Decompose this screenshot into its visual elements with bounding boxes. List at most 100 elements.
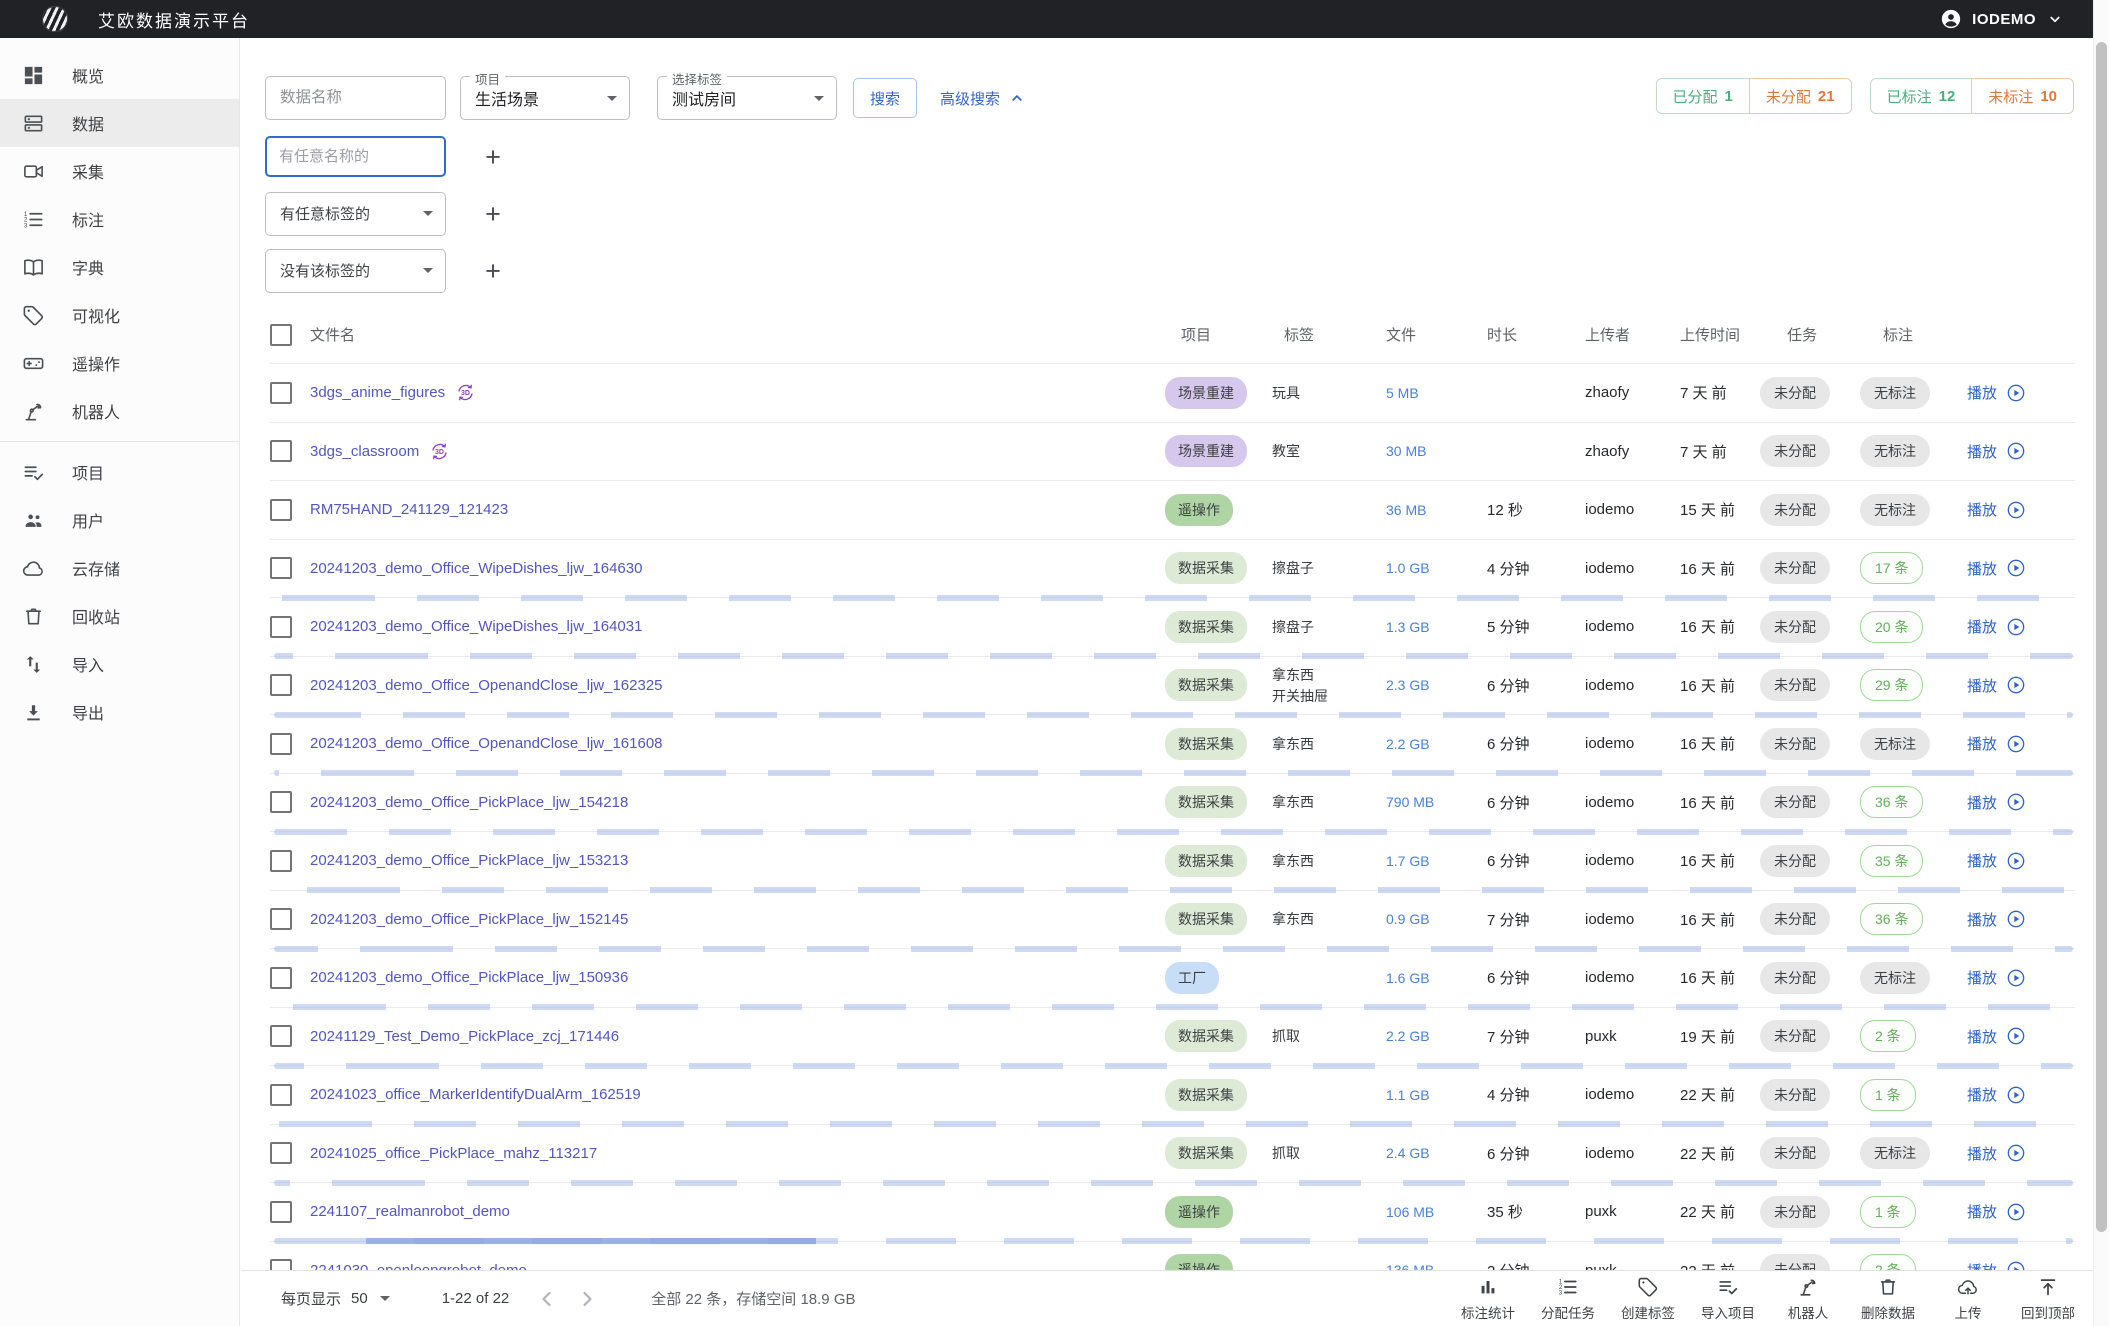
file-name-link[interactable]: 20241203_demo_Office_WipeDishes_ljw_1640… <box>310 618 642 635</box>
row-checkbox[interactable] <box>270 791 292 813</box>
sidebar-item-概览[interactable]: 概览 <box>0 51 239 99</box>
tag-select[interactable]: 选择标签 测试房间 <box>657 76 837 120</box>
play-button[interactable]: 播放 <box>1967 967 2075 988</box>
action-上传[interactable]: 上传 <box>1928 1276 2008 1322</box>
file-size-link[interactable]: 1.1 GB <box>1386 1087 1430 1103</box>
play-button[interactable]: 播放 <box>1967 616 2075 637</box>
row-checkbox[interactable] <box>270 557 292 579</box>
file-size-link[interactable]: 36 MB <box>1386 502 1426 518</box>
file-size-link[interactable]: 106 MB <box>1386 1204 1434 1220</box>
sidebar-item-字典[interactable]: 字典 <box>0 243 239 291</box>
sidebar-item-云存储[interactable]: 云存储 <box>0 544 239 592</box>
row-checkbox[interactable] <box>270 850 292 872</box>
row-checkbox[interactable] <box>270 908 292 930</box>
sidebar-item-用户[interactable]: 用户 <box>0 496 239 544</box>
play-button[interactable]: 播放 <box>1967 1201 2075 1222</box>
file-size-link[interactable]: 0.9 GB <box>1386 911 1430 927</box>
row-checkbox[interactable] <box>270 1142 292 1164</box>
file-name-link[interactable]: 20241025_office_PickPlace_mahz_113217 <box>310 1145 597 1162</box>
action-删除数据[interactable]: 删除数据 <box>1848 1276 1928 1322</box>
advanced-search-toggle[interactable]: 高级搜索 <box>940 88 1026 109</box>
file-name-link[interactable]: 20241203_demo_Office_PickPlace_ljw_15421… <box>310 794 628 811</box>
action-导入项目[interactable]: 导入项目 <box>1688 1276 1768 1322</box>
row-checkbox[interactable] <box>270 440 292 462</box>
user-menu[interactable]: IODEMO <box>1940 8 2068 30</box>
row-checkbox[interactable] <box>270 1025 292 1047</box>
sidebar-item-遥操作[interactable]: 遥操作 <box>0 339 239 387</box>
add-condition-button[interactable]: + <box>476 140 510 174</box>
play-button[interactable]: 播放 <box>1967 1084 2075 1105</box>
action-回到顶部[interactable]: 回到顶部 <box>2008 1276 2088 1322</box>
file-name-link[interactable]: 20241203_demo_Office_OpenandClose_ljw_16… <box>310 677 663 694</box>
per-page-select[interactable]: 每页显示 50 <box>281 1288 390 1309</box>
row-checkbox[interactable] <box>270 733 292 755</box>
search-button[interactable]: 搜索 <box>853 78 917 118</box>
sidebar-item-回收站[interactable]: 回收站 <box>0 592 239 640</box>
file-size-link[interactable]: 1.3 GB <box>1386 619 1430 635</box>
stat-badge-未标注[interactable]: 未标注10 <box>1972 78 2074 114</box>
play-button[interactable]: 播放 <box>1967 792 2075 813</box>
play-button[interactable]: 播放 <box>1967 1143 2075 1164</box>
file-size-link[interactable]: 790 MB <box>1386 794 1434 810</box>
file-size-link[interactable]: 30 MB <box>1386 443 1426 459</box>
sidebar-item-机器人[interactable]: 机器人 <box>0 387 239 435</box>
sidebar-item-项目[interactable]: 项目 <box>0 448 239 496</box>
sidebar-item-导入[interactable]: 导入 <box>0 640 239 688</box>
file-name-link[interactable]: 20241203_demo_Office_PickPlace_ljw_15214… <box>310 911 628 928</box>
select-all-checkbox[interactable] <box>270 324 292 346</box>
action-标注统计[interactable]: 标注统计 <box>1448 1276 1528 1322</box>
file-name-link[interactable]: 3dgs_classroom <box>310 443 419 460</box>
sidebar-item-导出[interactable]: 导出 <box>0 688 239 736</box>
action-机器人[interactable]: 机器人 <box>1768 1276 1848 1322</box>
file-size-link[interactable]: 1.6 GB <box>1386 970 1430 986</box>
next-page-button[interactable] <box>575 1287 599 1311</box>
row-checkbox[interactable] <box>270 382 292 404</box>
stat-badge-已分配[interactable]: 已分配1 <box>1656 78 1750 114</box>
file-size-link[interactable]: 2.3 GB <box>1386 677 1430 693</box>
stat-badge-未分配[interactable]: 未分配21 <box>1750 78 1852 114</box>
scrollbar-thumb[interactable] <box>2096 42 2107 1232</box>
sidebar-item-标注[interactable]: 123标注 <box>0 195 239 243</box>
file-name-link[interactable]: 20241023_office_MarkerIdentifyDualArm_16… <box>310 1086 641 1103</box>
sidebar-item-采集[interactable]: 采集 <box>0 147 239 195</box>
file-size-link[interactable]: 1.7 GB <box>1386 853 1430 869</box>
file-name-link[interactable]: 20241203_demo_Office_PickPlace_ljw_15093… <box>310 969 628 986</box>
play-button[interactable]: 播放 <box>1967 909 2075 930</box>
file-name-link[interactable]: 3dgs_anime_figures <box>310 384 445 401</box>
any-name-input[interactable] <box>265 136 446 177</box>
play-button[interactable]: 播放 <box>1967 675 2075 696</box>
play-button[interactable]: 播放 <box>1967 733 2075 754</box>
play-button[interactable]: 播放 <box>1967 1026 2075 1047</box>
row-checkbox[interactable] <box>270 616 292 638</box>
row-checkbox[interactable] <box>270 499 292 521</box>
file-name-link[interactable]: 2241107_realmanrobot_demo <box>310 1203 510 1220</box>
file-name-link[interactable]: RM75HAND_241129_121423 <box>310 501 508 518</box>
play-button[interactable]: 播放 <box>1967 499 2075 520</box>
file-name-link[interactable]: 20241203_demo_Office_PickPlace_ljw_15321… <box>310 852 628 869</box>
without-tag-select[interactable]: 没有该标签的 <box>265 249 446 293</box>
add-condition-button[interactable]: + <box>476 197 510 231</box>
stat-badge-已标注[interactable]: 已标注12 <box>1870 78 1973 114</box>
prev-page-button[interactable] <box>535 1287 559 1311</box>
file-name-link[interactable]: 20241203_demo_Office_WipeDishes_ljw_1646… <box>310 560 642 577</box>
file-size-link[interactable]: 5 MB <box>1386 385 1419 401</box>
row-checkbox[interactable] <box>270 1084 292 1106</box>
play-button[interactable]: 播放 <box>1967 441 2075 462</box>
project-select[interactable]: 项目 生活场景 <box>460 76 630 120</box>
action-创建标签[interactable]: 创建标签 <box>1608 1276 1688 1322</box>
sidebar-item-可视化[interactable]: 可视化 <box>0 291 239 339</box>
file-name-link[interactable]: 20241129_Test_Demo_PickPlace_zcj_171446 <box>310 1028 619 1045</box>
row-checkbox[interactable] <box>270 967 292 989</box>
sidebar-item-数据[interactable]: 数据 <box>0 99 239 147</box>
file-size-link[interactable]: 2.4 GB <box>1386 1145 1430 1161</box>
file-size-link[interactable]: 2.2 GB <box>1386 736 1430 752</box>
any-tag-select[interactable]: 有任意标签的 <box>265 192 446 236</box>
add-condition-button[interactable]: + <box>476 254 510 288</box>
action-分配任务[interactable]: 123分配任务 <box>1528 1276 1608 1322</box>
row-checkbox[interactable] <box>270 1201 292 1223</box>
file-size-link[interactable]: 2.2 GB <box>1386 1028 1430 1044</box>
data-name-input[interactable] <box>265 76 446 120</box>
row-checkbox[interactable] <box>270 674 292 696</box>
file-size-link[interactable]: 1.0 GB <box>1386 560 1430 576</box>
file-name-link[interactable]: 20241203_demo_Office_OpenandClose_ljw_16… <box>310 735 663 752</box>
